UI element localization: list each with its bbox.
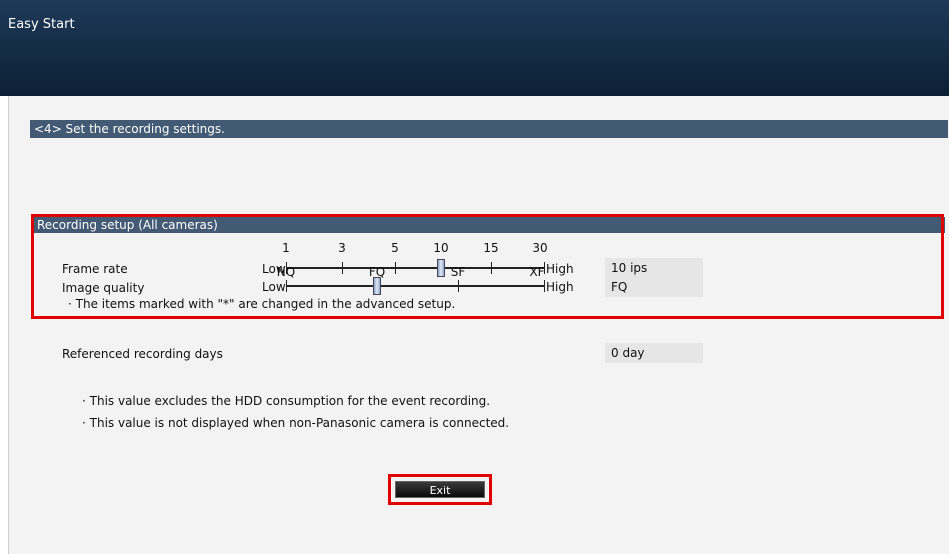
referenced-days-value: 0 day bbox=[605, 343, 703, 363]
image-quality-low-label: Low bbox=[262, 280, 286, 294]
frame-rate-tick-label: 1 bbox=[282, 241, 290, 255]
frame-rate-tick-label: 3 bbox=[338, 241, 346, 255]
image-quality-tick-label: XF bbox=[529, 265, 545, 279]
recording-setup-header: Recording setup (All cameras) bbox=[33, 217, 945, 233]
image-quality-tick bbox=[286, 280, 287, 292]
step-header: <4> Set the recording settings. bbox=[30, 120, 948, 138]
exit-button[interactable]: Exit bbox=[395, 481, 485, 498]
frame-rate-tick bbox=[395, 262, 396, 274]
frame-rate-value: 10 ips bbox=[605, 258, 703, 278]
title-bar: Easy Start bbox=[0, 0, 949, 96]
note-item: · This value excludes the HDD consumptio… bbox=[82, 394, 491, 408]
referenced-days-label: Referenced recording days bbox=[62, 347, 223, 361]
image-quality-label: Image quality bbox=[62, 281, 145, 295]
frame-rate-tick-label: 5 bbox=[391, 241, 399, 255]
window-title: Easy Start bbox=[8, 17, 75, 32]
advanced-setup-note: · The items marked with "*" are changed … bbox=[68, 297, 456, 311]
image-quality-tick-label: SF bbox=[450, 265, 466, 279]
image-quality-slider-handle[interactable] bbox=[373, 277, 381, 295]
frame-rate-tick-label: 10 bbox=[433, 241, 449, 255]
image-quality-high-label: High bbox=[546, 280, 574, 294]
note-item: · This value is not displayed when non-P… bbox=[82, 416, 510, 430]
frame-rate-label: Frame rate bbox=[62, 262, 128, 276]
frame-rate-track[interactable] bbox=[286, 267, 545, 269]
image-quality-tick bbox=[458, 280, 459, 292]
image-quality-value: FQ bbox=[605, 277, 703, 297]
frame-rate-tick bbox=[342, 262, 343, 274]
exit-highlight: Exit bbox=[388, 474, 492, 505]
image-quality-tick bbox=[544, 280, 545, 292]
frame-rate-tick-label: 15 bbox=[483, 241, 499, 255]
frame-rate-tick bbox=[491, 262, 492, 274]
image-quality-track[interactable] bbox=[286, 285, 545, 287]
frame-rate-tick-label: 30 bbox=[532, 241, 548, 255]
image-quality-tick-label: NQ bbox=[276, 265, 296, 279]
